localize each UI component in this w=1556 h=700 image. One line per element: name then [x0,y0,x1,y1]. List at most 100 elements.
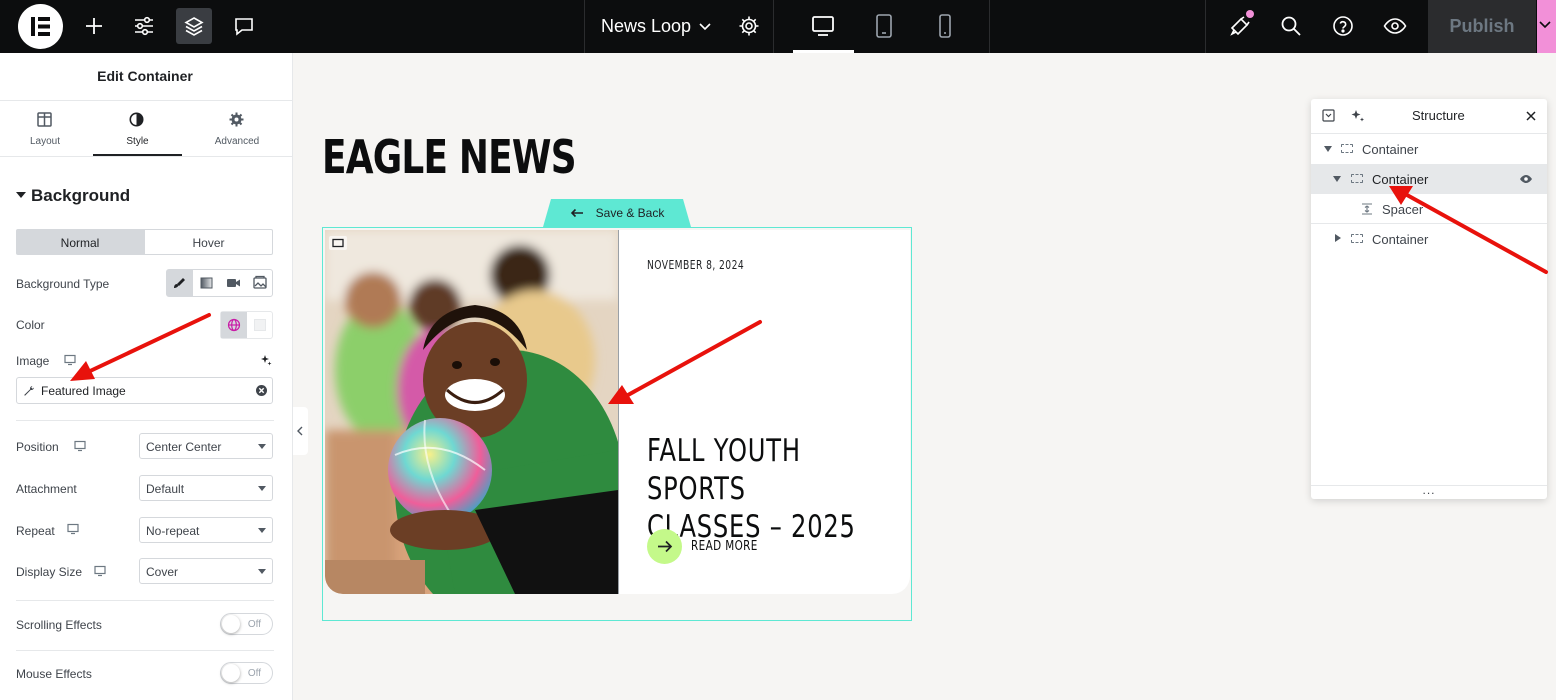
document-title[interactable]: News Loop [601,16,691,37]
mobile-icon[interactable] [927,8,963,44]
clear-icon[interactable] [255,384,268,397]
wrench-icon [24,386,34,396]
chevron-left-icon [297,426,303,436]
mouse-effects-toggle[interactable]: Off [220,662,273,684]
tab-layout[interactable]: Layout [0,103,90,155]
layers-icon[interactable] [176,8,212,44]
publish-button[interactable]: Publish [1428,0,1536,53]
help-icon[interactable] [1325,8,1361,44]
gear-icon [229,112,244,127]
caret-down-icon [1333,176,1341,182]
global-color-icon[interactable] [221,312,247,338]
color-label: Color [16,318,45,332]
sliders-icon[interactable] [126,8,162,44]
repeat-value: No-repeat [146,524,200,538]
desktop-icon[interactable] [805,8,841,44]
color-swatch[interactable] [254,319,266,331]
loop-item-container[interactable] [322,227,912,621]
structure-item-spacer[interactable]: Spacer [1311,194,1547,224]
tab-style[interactable]: Style [93,103,182,156]
post-title[interactable]: FALL YOUTH SPORTS CLASSES – 2025 [647,432,881,546]
structure-item-label: Container [1362,142,1419,157]
section-title-background[interactable]: Background [31,186,130,206]
active-device-indicator [793,50,854,53]
featured-image[interactable] [325,230,618,594]
toggle-state: Off [247,668,261,679]
layout-icon [37,112,52,127]
video-icon[interactable] [220,270,247,296]
structure-item-container[interactable]: Container [1311,224,1547,254]
display-size-select[interactable]: Cover [139,558,273,584]
select-caret-icon [258,444,266,449]
dynamic-tags-icon[interactable] [260,354,272,366]
read-more-arrow-icon[interactable] [647,529,682,564]
attachment-select[interactable]: Default [139,475,273,501]
section-caret-icon[interactable] [16,192,26,198]
close-icon[interactable] [1526,111,1536,121]
add-icon[interactable] [76,8,112,44]
panel-title: Edit Container [97,68,193,84]
structure-resize-handle[interactable]: ... [1311,483,1547,497]
desktop-responsive-icon[interactable] [67,523,79,535]
structure-item-container[interactable]: Container [1311,134,1547,164]
structure-item-label: Container [1372,172,1429,187]
position-label: Position [16,440,59,454]
collapse-all-icon[interactable] [1322,109,1335,122]
image-dynamic-field[interactable]: Featured Image [16,377,273,404]
image-value: Featured Image [41,384,126,398]
structure-item-label: Container [1372,232,1429,247]
chat-icon[interactable] [226,8,262,44]
desktop-responsive-icon[interactable] [64,354,76,366]
tab-advanced-label: Advanced [214,136,260,147]
display-size-value: Cover [146,565,179,579]
post-date[interactable]: NOVEMBER 8, 2024 [647,258,744,272]
background-type-group [166,269,273,297]
arrow-left-icon [570,208,583,218]
megaphone-icon[interactable] [1222,8,1258,44]
gear-icon[interactable] [731,8,767,44]
image-label: Image [16,354,50,368]
structure-panel: Structure Container Container Spacer Con… [1311,99,1547,499]
save-back-label: Save & Back [595,206,665,220]
chevron-down-icon[interactable] [698,20,712,34]
tablet-icon[interactable] [866,8,902,44]
publish-options-button[interactable] [1537,0,1556,53]
color-control [220,311,273,339]
scrolling-effects-toggle[interactable]: Off [220,613,273,635]
repeat-select[interactable]: No-repeat [139,517,273,543]
save-back-button[interactable]: Save & Back [543,199,691,227]
eye-icon[interactable] [1519,174,1533,184]
desktop-responsive-icon[interactable] [74,440,86,452]
position-value: Center Center [146,440,222,454]
mouse-effects-label: Mouse Effects [16,667,92,681]
photo-kid-with-ball [325,230,618,594]
structure-item-container-selected[interactable]: Container [1311,164,1547,194]
attachment-label: Attachment [16,482,77,496]
background-type-label: Background Type [16,277,110,291]
toggle-state: Off [247,619,261,630]
spacer-icon [1362,203,1372,215]
collapse-panel-button[interactable] [293,407,308,455]
select-caret-icon [258,486,266,491]
container-handle-icon[interactable] [329,236,347,250]
desktop-responsive-icon[interactable] [94,565,106,577]
scrolling-effects-label: Scrolling Effects [16,618,102,632]
tab-layout-label: Layout [29,136,61,147]
position-select[interactable]: Center Center [139,433,273,459]
search-icon[interactable] [1273,8,1309,44]
container-icon [1351,234,1363,243]
gradient-icon[interactable] [193,270,220,296]
state-tab-normal[interactable]: Normal [16,229,144,255]
brush-icon[interactable] [167,270,193,296]
display-size-label: Display Size [16,565,83,579]
state-tab-hover[interactable]: Hover [144,229,273,255]
elementor-logo-icon[interactable] [18,4,63,49]
ai-sparkle-icon[interactable] [1351,109,1365,123]
caret-right-icon [1335,234,1341,242]
slideshow-icon[interactable] [247,270,273,296]
structure-title: Structure [1412,108,1465,123]
eye-icon[interactable] [1377,8,1413,44]
page-heading[interactable]: EAGLE NEWS [322,130,577,184]
read-more-link[interactable]: READ MORE [691,539,758,554]
tab-advanced[interactable]: Advanced [192,103,282,155]
